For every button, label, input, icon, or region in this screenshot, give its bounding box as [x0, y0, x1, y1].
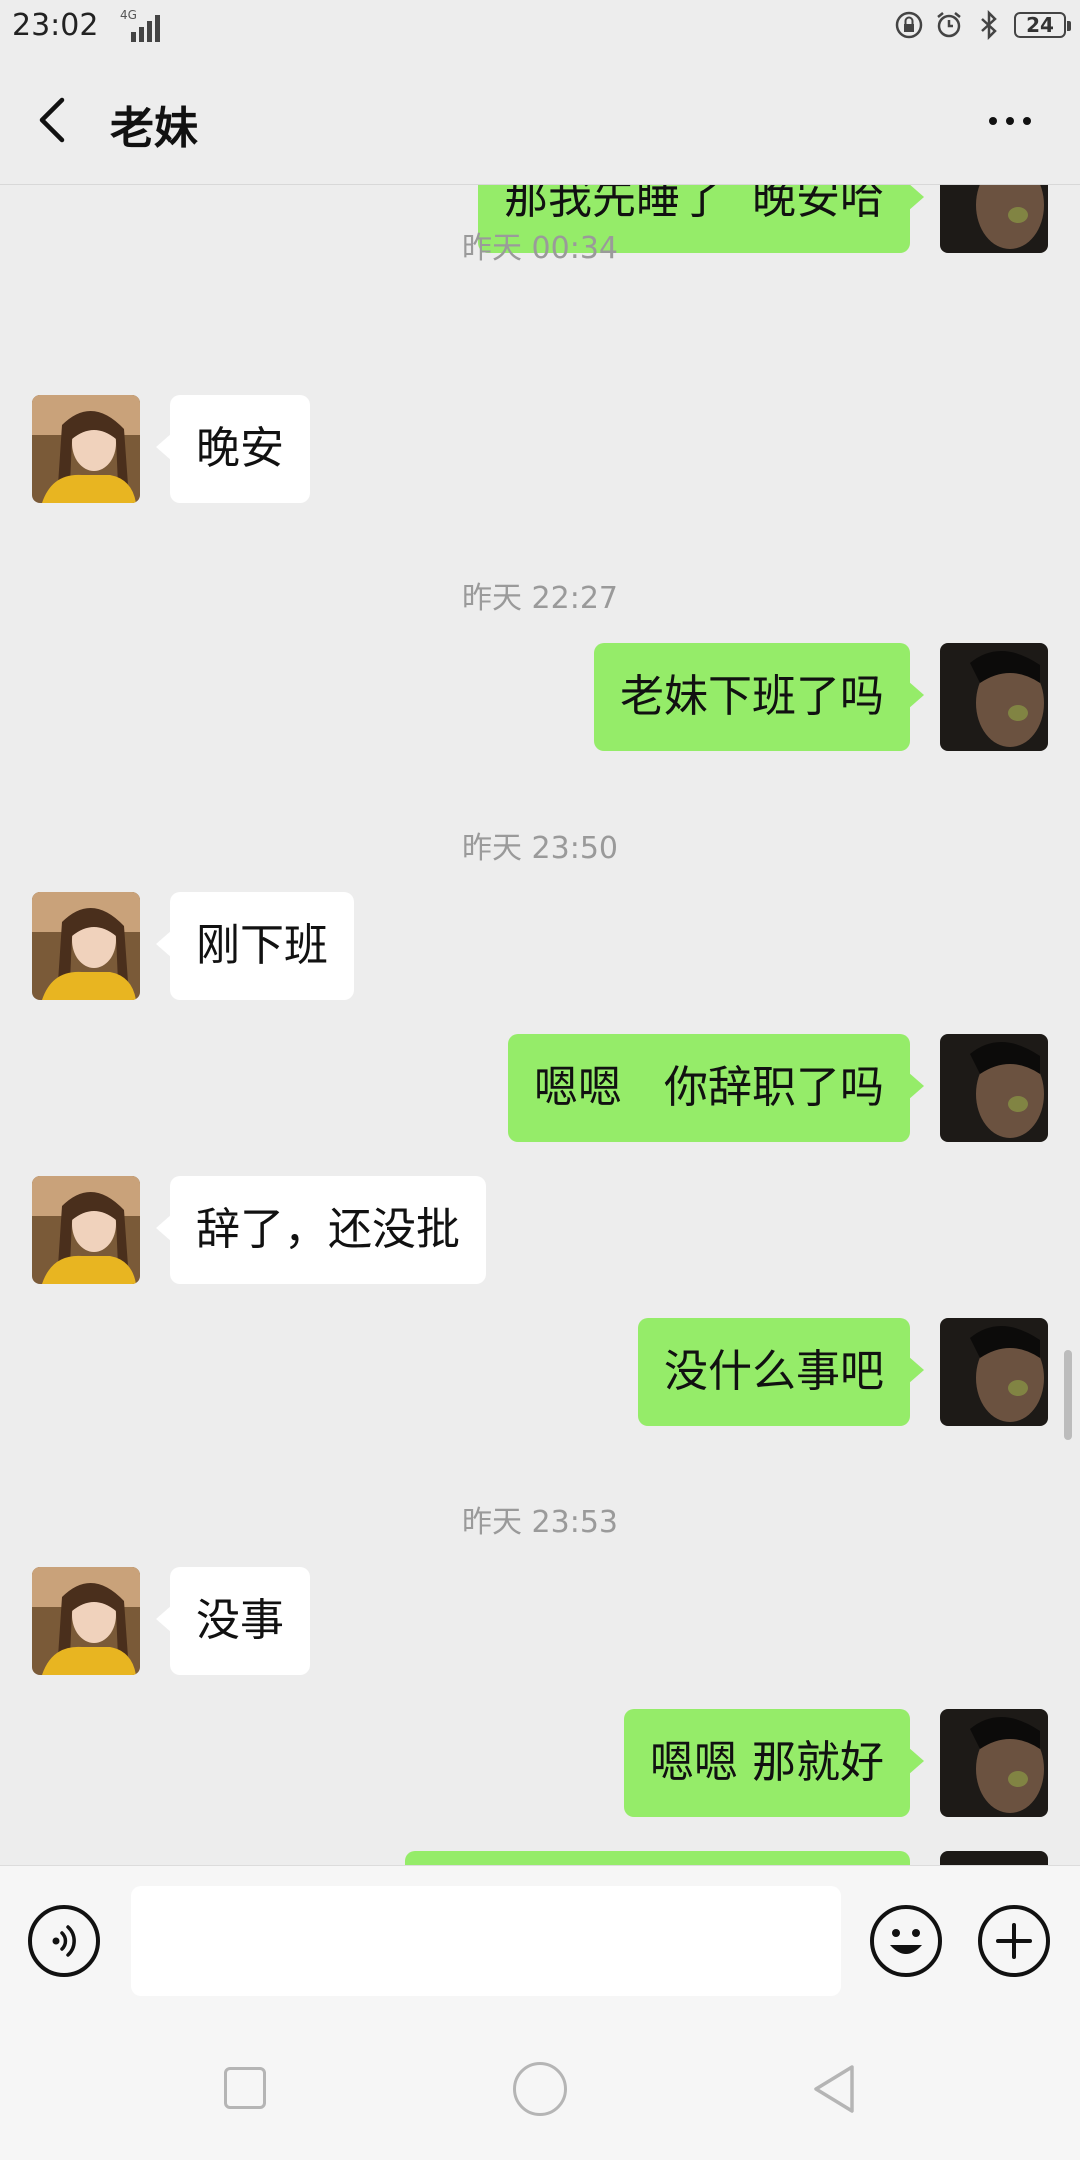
- message-input[interactable]: [131, 1886, 841, 1996]
- lock-rotation-icon: [894, 10, 924, 40]
- timestamp: 昨天 00:34: [462, 231, 618, 266]
- plus-icon[interactable]: [978, 1905, 1050, 1977]
- sent-bubble[interactable]: 老妹下班了吗: [594, 643, 924, 751]
- chat-title: 老妹: [110, 103, 198, 154]
- message-row: [0, 1851, 1080, 1865]
- chat-messages[interactable]: 那我先睡了 晚安哈 昨天 00:34 晚安 昨天 22:27 老妹下班了吗 昨天…: [0, 185, 1080, 1865]
- signal-icon: [131, 15, 160, 42]
- sent-bubble[interactable]: [405, 1851, 910, 1865]
- back-icon[interactable]: [28, 90, 78, 150]
- more-icon[interactable]: [980, 106, 1040, 136]
- home-icon[interactable]: [513, 2062, 567, 2116]
- timestamp: 昨天 23:53: [462, 1505, 618, 1540]
- battery-indicator: 24: [1014, 12, 1071, 38]
- received-bubble[interactable]: 晚安: [156, 395, 310, 503]
- contact-avatar[interactable]: [32, 1567, 140, 1675]
- status-icons: 24: [894, 10, 1071, 40]
- my-avatar[interactable]: [940, 1034, 1048, 1142]
- more-dot: [1023, 117, 1031, 125]
- my-avatar[interactable]: [940, 1851, 1048, 1865]
- more-dot: [989, 117, 997, 125]
- message-row: 老妹下班了吗: [0, 643, 1080, 753]
- more-dot: [1006, 117, 1014, 125]
- my-avatar[interactable]: [940, 1709, 1048, 1817]
- recent-apps-icon[interactable]: [224, 2067, 266, 2109]
- message-row: 嗯嗯 你辞职了吗: [0, 1034, 1080, 1144]
- timestamp: 昨天 22:27: [462, 581, 618, 616]
- message-row: 晚安: [0, 395, 1080, 505]
- received-bubble[interactable]: 刚下班: [156, 892, 354, 1000]
- input-bar: [0, 1865, 1080, 2016]
- message-row: 刚下班: [0, 892, 1080, 1002]
- contact-avatar[interactable]: [32, 1176, 140, 1284]
- received-bubble[interactable]: 没事: [156, 1567, 310, 1675]
- emoji-icon[interactable]: [870, 1905, 942, 1977]
- sent-bubble[interactable]: 嗯嗯 你辞职了吗: [508, 1034, 924, 1142]
- sent-bubble[interactable]: 没什么事吧: [638, 1318, 924, 1426]
- alarm-icon: [934, 10, 964, 40]
- system-nav-bar: [0, 2015, 1080, 2160]
- message-row: 辞了，还没批: [0, 1176, 1080, 1286]
- timestamp: 昨天 23:50: [462, 831, 618, 866]
- bluetooth-icon: [974, 10, 1004, 40]
- sent-bubble[interactable]: 嗯嗯 那就好: [624, 1709, 924, 1817]
- nav-back-icon[interactable]: [808, 2061, 864, 2117]
- contact-avatar[interactable]: [32, 395, 140, 503]
- message-row: 没事: [0, 1567, 1080, 1677]
- chat-scrollbar[interactable]: [1064, 1350, 1072, 1440]
- my-avatar[interactable]: [940, 1318, 1048, 1426]
- my-avatar[interactable]: [940, 643, 1048, 751]
- chat-header: 老妹: [0, 54, 1080, 185]
- status-bar: 23:02 4G 24: [0, 0, 1080, 54]
- status-time: 23:02: [12, 8, 99, 43]
- received-bubble[interactable]: 辞了，还没批: [156, 1176, 486, 1284]
- message-row: 没什么事吧: [0, 1318, 1080, 1428]
- message-row: 嗯嗯 那就好: [0, 1709, 1080, 1819]
- voice-icon[interactable]: [28, 1905, 100, 1977]
- contact-avatar[interactable]: [32, 892, 140, 1000]
